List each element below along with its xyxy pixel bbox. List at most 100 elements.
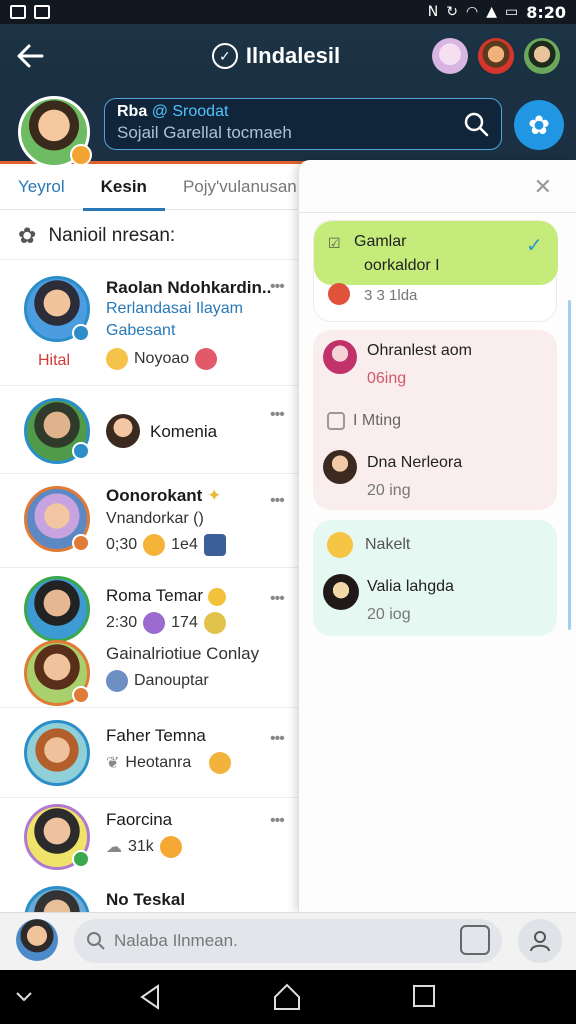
card-title: Gamlar (354, 233, 407, 250)
note-icon: ☑ (328, 235, 341, 251)
cloud-icon: ☁ (106, 839, 122, 856)
chat-time: 0;30 (106, 536, 138, 553)
avatar (24, 720, 90, 786)
chat-count: 174 (171, 614, 198, 631)
message-input[interactable]: Nalaba Ilnmean. (74, 919, 502, 963)
search-name: Rba (117, 103, 148, 120)
close-icon[interactable]: ✕ (534, 174, 552, 200)
nfc-icon: N (427, 4, 439, 20)
back-button[interactable] (0, 24, 60, 88)
card-highlight (314, 221, 558, 285)
pig-icon (195, 348, 218, 370)
side-panel: ✕ ☑ Gamlar oorkaldor I ✓ 3 3 1lda Ohranl… (298, 160, 576, 912)
tab-bar: Yeyrol Kesin Pojy'vulanusan (0, 164, 300, 211)
chat-line: Rerlandasai Ilayam (106, 300, 243, 317)
panel-card[interactable]: Ohranlest aom 06ing I Mting Dna Nerleora… (313, 330, 557, 510)
list-item[interactable]: Roma Temar 2:30 174 ••• Gainalriotiue Co… (0, 568, 300, 708)
panel-card[interactable]: Nakelt Valia lahgda 20 iog (313, 520, 557, 636)
recents-icon[interactable] (410, 982, 438, 1010)
more-icon[interactable]: ••• (270, 406, 285, 424)
top-avatars (432, 38, 576, 74)
chat-name: Oonorokant ✦ (106, 486, 221, 506)
chat-line: Danouptar (106, 670, 209, 692)
app-title-group: ✓ Ilndalesil (120, 43, 432, 69)
more-icon[interactable]: ••• (270, 278, 285, 296)
avatar-top-3[interactable] (524, 38, 560, 74)
chat-preview: 31k (128, 838, 154, 855)
card-section: I Mting (353, 412, 402, 429)
chat-preview: Noyoao (134, 350, 190, 367)
chat-name: Raolan Ndohkardin.. (106, 278, 272, 297)
attach-icon[interactable] (460, 925, 490, 955)
search-handle: @ Sroodat (151, 103, 229, 120)
chevron-down-icon[interactable] (14, 990, 34, 1004)
chat-line: Gainalriotiue Conlay (106, 644, 260, 663)
chat-name: Faorcina (106, 810, 173, 829)
image-icon (34, 5, 50, 19)
chat-line: ❦ Heotanra (106, 752, 232, 774)
list-item[interactable]: Oonorokant ✦ Vnandorkar () 0;30 1e4 ••• (0, 474, 300, 568)
status-badge (72, 324, 90, 342)
list-item[interactable]: No Teskal (0, 880, 300, 912)
status-badge (72, 686, 90, 704)
more-icon[interactable]: ••• (270, 590, 285, 608)
chat-name-text: Roma Temar (106, 586, 203, 605)
list-item[interactable]: Faorcina ☁ 31k ••• (0, 798, 300, 880)
status-badge (72, 850, 90, 868)
emoji-icon (143, 534, 166, 556)
chat-line: Vnandorkar () (106, 510, 204, 527)
composer-bar: Nalaba Ilnmean. (0, 912, 576, 970)
card-person: Dna Nerleora (367, 454, 463, 471)
chat-name: Faher Temna (106, 726, 206, 745)
scrollbar[interactable] (568, 300, 571, 630)
search-subtitle: Sojail Garellal tocmaeh (117, 123, 292, 142)
card-person-meta: 20 ing (367, 482, 411, 499)
tab-kesin[interactable]: Kesin (82, 164, 166, 211)
arrow-left-icon (17, 44, 44, 68)
video-icon (327, 412, 345, 430)
system-nav-bar (0, 970, 576, 1024)
card-person: Valia lahgda (367, 578, 454, 595)
app-bar: ✓ Ilndalesil (0, 24, 576, 88)
settings-button[interactable]: ✿ (514, 100, 564, 150)
more-icon[interactable]: ••• (270, 730, 285, 748)
avatar-top-2[interactable] (478, 38, 514, 74)
back-nav-icon[interactable] (136, 982, 166, 1012)
card-person-meta: 20 iog (367, 606, 411, 623)
more-icon[interactable]: ••• (270, 492, 285, 510)
avatar-top-1[interactable] (432, 38, 468, 74)
jar-icon (203, 534, 226, 556)
avatar (24, 576, 90, 642)
chat-line: Noyoao (106, 348, 218, 370)
tab-third[interactable]: Pojy'vulanusan (165, 164, 315, 210)
list-item[interactable]: Komenia ••• (0, 386, 300, 474)
app-title: Ilndalesil (245, 43, 341, 68)
chat-line: 0;30 1e4 (106, 534, 226, 556)
status-bar: N ↻ ◠ ▲ ▭ 8:20 (0, 0, 576, 24)
profile-button[interactable] (518, 919, 562, 963)
chat-line: 2:30 174 (106, 612, 226, 634)
card-subtitle: 06ing (367, 370, 407, 387)
avatar (323, 450, 357, 484)
list-item[interactable]: Raolan Ndohkardin.. Rerlandasai Ilayam G… (0, 262, 300, 386)
avatar (106, 670, 128, 692)
tab-yeyrol[interactable]: Yeyrol (0, 164, 83, 210)
chat-name-text: Oonorokant (106, 486, 203, 505)
section-header: ✿ Nanioil nresan: (0, 212, 300, 260)
chat-name: Komenia (150, 422, 218, 441)
card-subtitle: oorkaldor I (364, 257, 440, 274)
search-input[interactable]: Rba @ Sroodat Sojail Garellal tocmaeh (104, 98, 502, 150)
notification-icon (10, 5, 26, 19)
globe-icon: ✓ (211, 43, 238, 69)
list-item[interactable]: Faher Temna ❦ Heotanra ••• (0, 708, 300, 798)
chat-line: ☁ 31k (106, 836, 182, 858)
status-badge (72, 442, 90, 460)
chat-preview: Danouptar (134, 672, 209, 689)
avatar[interactable] (16, 919, 58, 961)
search-icon[interactable] (463, 111, 489, 137)
battery-icon: ▭ (504, 4, 519, 20)
chat-preview: Heotanra (125, 754, 192, 771)
home-icon[interactable] (272, 982, 302, 1012)
panel-card[interactable]: ☑ Gamlar oorkaldor I ✓ 3 3 1lda (313, 220, 558, 322)
more-icon[interactable]: ••• (270, 812, 285, 830)
